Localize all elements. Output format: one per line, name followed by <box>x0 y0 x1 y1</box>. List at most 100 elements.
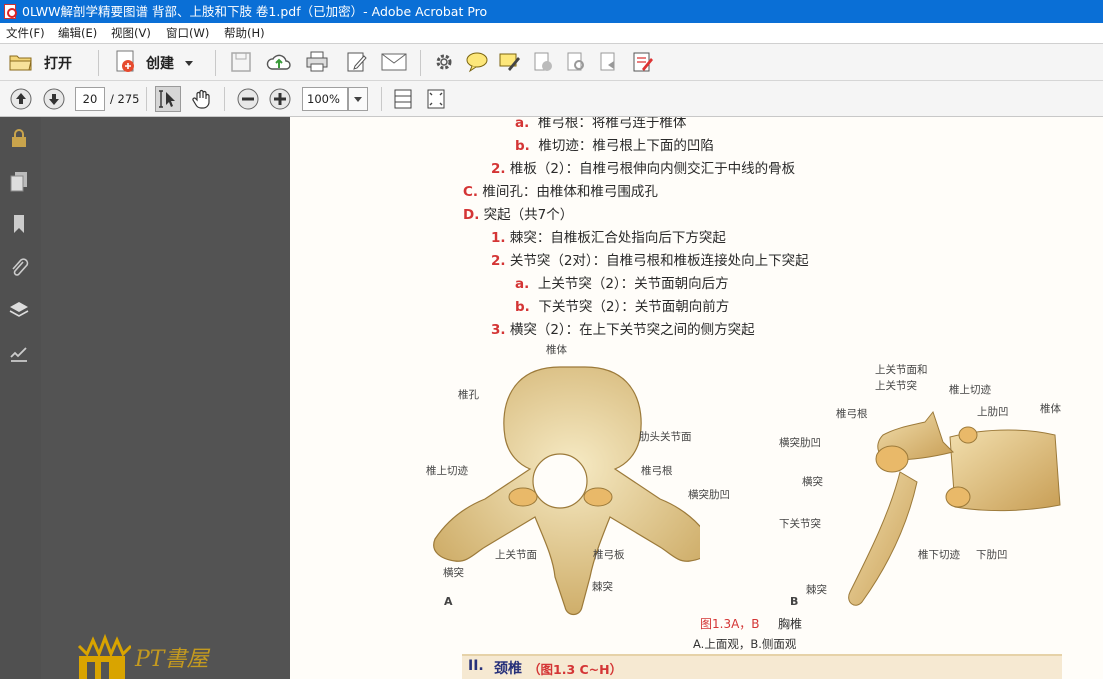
figure-b-label: 下关节突 <box>779 518 821 530</box>
navigation-toolbar: 20 / 275 100% <box>0 81 1103 117</box>
section-heading-bar: II. 颈椎 （图1.3 C~H） <box>462 654 1062 679</box>
menu-window[interactable]: 窗口(W) <box>166 23 209 43</box>
extract-pages-icon[interactable] <box>565 51 587 73</box>
figure-b-label: 上关节面和 <box>875 364 928 376</box>
page-total: / 275 <box>110 92 140 106</box>
lock-icon[interactable] <box>8 127 30 149</box>
gear-icon[interactable] <box>433 51 455 73</box>
toolbar-separator <box>146 87 147 111</box>
comment-icon[interactable] <box>465 51 489 73</box>
figure-b-label: 棘突 <box>806 584 827 596</box>
email-icon[interactable] <box>381 52 407 72</box>
toolbar-separator <box>224 87 225 111</box>
layers-icon[interactable] <box>8 299 30 321</box>
create-label: 创建 <box>146 56 174 72</box>
create-pdf-icon <box>116 50 134 72</box>
figure-a-label: 横突 <box>443 567 464 579</box>
toolbar-separator <box>98 50 99 76</box>
section-number: II. <box>468 658 484 674</box>
attachment-icon[interactable] <box>8 256 30 278</box>
figure-a-label: 椎体 <box>546 344 567 356</box>
text-line: 3. 横突（2）：在上下关节突之间的侧方突起 <box>491 322 755 338</box>
text-select-cursor-icon <box>159 90 175 108</box>
sign-document-icon[interactable] <box>631 50 655 74</box>
menu-bar: 文件(F) 编辑(E) 视图(V) 窗口(W) 帮助(H) <box>0 23 1103 43</box>
select-tool-button[interactable] <box>155 86 181 112</box>
menu-help[interactable]: 帮助(H) <box>224 23 265 43</box>
figure-a-label: 棘突 <box>592 581 613 593</box>
cloud-upload-icon[interactable] <box>266 50 292 74</box>
chevron-down-icon <box>185 61 193 66</box>
folder-icon <box>9 55 32 71</box>
print-icon[interactable] <box>305 50 329 74</box>
figure-a-label: 椎上切迹 <box>426 465 468 477</box>
previous-page-icon[interactable] <box>9 87 33 111</box>
zoom-out-icon[interactable] <box>236 87 260 111</box>
section-figure-ref: （图1.3 C~H） <box>528 662 623 677</box>
figure-b-label: 椎下切迹 <box>918 549 960 561</box>
text-line: 1. 棘突：自椎板汇合处指向后下方突起 <box>491 230 726 246</box>
page-thumbnails-icon[interactable] <box>8 170 30 192</box>
figure-b-label: 椎体 <box>1040 403 1061 415</box>
figure-b-label: 椎上切迹 <box>949 384 991 396</box>
text-line: a. 上关节突（2）：关节面朝向后方 <box>515 276 729 292</box>
figure-b-label: 上肋凹 <box>977 406 1009 418</box>
figure-a-label: 横突肋凹 <box>688 489 730 501</box>
highlight-text-icon[interactable] <box>498 51 522 73</box>
watermark-text: PT書屋 <box>135 647 209 672</box>
figure-a-label: 肋头关节面 <box>639 431 692 443</box>
zoom-level-input[interactable]: 100% <box>302 87 348 111</box>
figure-caption-title: 胸椎 <box>778 617 803 631</box>
fit-width-scroll-icon[interactable] <box>392 87 414 111</box>
text-line: a. 椎弓根：将椎弓连于椎体 <box>515 117 687 131</box>
navigation-pane-rail <box>0 117 41 679</box>
section-title: 颈椎 <box>494 661 522 677</box>
create-button[interactable]: 创建 <box>113 50 198 74</box>
page-number-input[interactable]: 20 <box>75 87 105 111</box>
figure-b-label: 椎弓根 <box>836 408 868 420</box>
open-label: 打开 <box>44 56 72 72</box>
text-line: C. 椎间孔：由椎体和椎弓围成孔 <box>463 184 658 200</box>
figure-b-label: 横突肋凹 <box>779 437 821 449</box>
document-viewer-background: PT書屋 <box>41 117 290 679</box>
delete-pages-icon[interactable] <box>532 51 554 73</box>
zoom-dropdown-button[interactable] <box>348 87 368 111</box>
figure-b-letter: B <box>790 595 799 608</box>
text-line: 2. 椎板（2）：自椎弓根伸向内侧交汇于中线的骨板 <box>491 161 796 177</box>
edit-document-icon[interactable] <box>345 50 369 74</box>
figure-caption-subtitle: A.上面观，B.侧面观 <box>693 637 797 651</box>
window-title: 0LWW解剖学精要图谱 背部、上肢和下肢 卷1.pdf（已加密）- Adobe … <box>22 4 488 19</box>
bookmark-icon[interactable] <box>8 213 30 235</box>
acrobat-app-icon <box>4 4 17 19</box>
figure-a-letter: A <box>444 595 453 608</box>
figure-b-label: 下肋凹 <box>976 549 1008 561</box>
text-line: b. 椎切迹：椎弓根上下面的凹陷 <box>515 138 714 154</box>
text-line: D. 突起（共7个） <box>463 207 574 223</box>
toolbar-separator <box>420 50 421 76</box>
signatures-icon[interactable] <box>8 342 30 364</box>
pdf-page: a. 椎弓根：将椎弓连于椎体 b. 椎切迹：椎弓根上下面的凹陷 2. 椎板（2）… <box>290 117 1103 679</box>
menu-view[interactable]: 视图(V) <box>111 23 151 43</box>
figure-b-label: 上关节突 <box>875 380 917 392</box>
watermark-logo <box>77 633 131 679</box>
figure-a-label: 椎孔 <box>458 389 479 401</box>
figure-b-vertebra-illustration <box>848 410 1061 606</box>
toolbar-separator <box>381 87 382 111</box>
figure-a-label: 椎弓板 <box>593 549 625 561</box>
insert-pages-icon[interactable] <box>598 51 620 73</box>
main-toolbar: 打开 创建 <box>0 43 1103 81</box>
next-page-icon[interactable] <box>42 87 66 111</box>
open-button[interactable]: 打开 <box>8 50 88 74</box>
figure-a-label: 上关节面 <box>495 549 537 561</box>
figure-caption-number: 图1.3A，B <box>700 617 760 631</box>
text-line: b. 下关节突（2）：关节面朝向前方 <box>515 299 730 315</box>
hand-tool-icon[interactable] <box>190 87 214 111</box>
figure-a-label: 椎弓根 <box>641 465 673 477</box>
save-icon[interactable] <box>230 51 252 73</box>
title-bar: 0LWW解剖学精要图谱 背部、上肢和下肢 卷1.pdf（已加密）- Adobe … <box>0 0 1103 23</box>
figure-b-label: 横突 <box>802 476 823 488</box>
fit-page-icon[interactable] <box>425 87 447 111</box>
menu-edit[interactable]: 编辑(E) <box>58 23 97 43</box>
menu-file[interactable]: 文件(F) <box>6 23 45 43</box>
zoom-in-icon[interactable] <box>268 87 292 111</box>
